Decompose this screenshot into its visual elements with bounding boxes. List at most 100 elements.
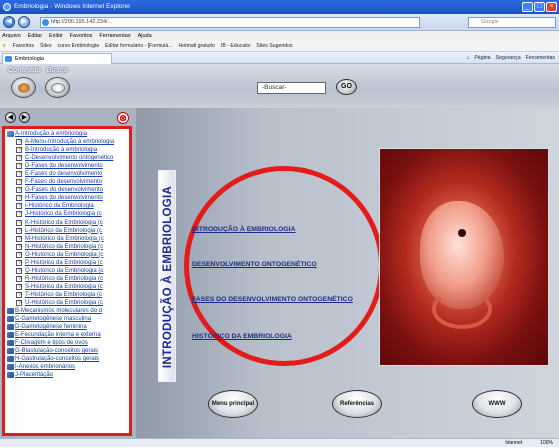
tree-page-item[interactable]: M-Histórico da Embriologia (c <box>5 235 129 243</box>
tree-folder-item[interactable]: C-Gametogênese masculina <box>5 315 129 323</box>
help-page-icon <box>16 259 22 267</box>
tree-page-item[interactable]: H-Fases do desenvolvimento <box>5 194 129 202</box>
busca-button[interactable]: Busca <box>42 67 72 101</box>
close-window-icon[interactable]: × <box>546 2 557 12</box>
app-header: Conteúdo Busca -Buscar- GO <box>0 64 559 108</box>
favorites-label[interactable]: Favoritos <box>13 41 34 51</box>
site-search-input[interactable]: -Buscar- <box>257 82 326 94</box>
vertical-title: INTRODUÇÃO À EMBRIOLOGIA <box>162 185 174 369</box>
tree-folder-item[interactable]: D-Gametogênese feminina <box>5 323 129 331</box>
tree-folder-item[interactable]: J-Placentação <box>5 371 129 379</box>
browser-window: Embriologia - Windows Internet Explorer … <box>0 0 559 447</box>
tree-page-item[interactable]: J-Histórico da Embriologia (c <box>5 210 129 218</box>
tree-page-item[interactable]: S-Histórico da Embriologia (c <box>5 283 129 291</box>
tree-page-item[interactable]: A-Menu-Introdução à embriologia <box>5 138 129 146</box>
help-page-icon <box>16 227 22 235</box>
tree-folder-item[interactable]: A-Introdução à embriologia <box>5 130 129 138</box>
favorites-star-icon[interactable]: ★ <box>2 41 7 51</box>
tree-folder-item[interactable]: F-Clivagem e tipos de ovos <box>5 339 129 347</box>
site-search-value: -Buscar- <box>262 84 287 91</box>
tree-folder-item[interactable]: E-Fecundação interna e externa <box>5 331 129 339</box>
window-controls: _ □ × <box>522 2 557 12</box>
conteudo-button[interactable]: Conteúdo <box>8 67 41 101</box>
tree-page-item[interactable]: U-Histórico da Embriologia (c <box>5 299 129 307</box>
menu-editar[interactable]: Editar <box>28 31 42 41</box>
tree-page-item[interactable]: B-Introdução à embriologia <box>5 146 129 154</box>
main-panel: INTRODUÇÃO À EMBRIOLOGIA INTRODUÇÃO À EM… <box>136 108 559 438</box>
help-page-icon <box>16 267 22 275</box>
tree-item-label: B-Mecanismos moleculares do d <box>15 308 103 315</box>
tree-folder-item[interactable]: I-Anexos embrionários <box>5 363 129 371</box>
cmd-seguranca[interactable]: Segurança <box>496 53 521 63</box>
menu-principal-button[interactable]: Menu principal <box>208 390 258 418</box>
vertical-title-bar: INTRODUÇÃO À EMBRIOLOGIA <box>158 170 176 382</box>
minimize-icon[interactable]: _ <box>522 2 533 12</box>
tab-embriologia[interactable]: Embriologia <box>2 53 112 64</box>
browser-search-input[interactable]: Google <box>468 17 556 28</box>
cmd-pagina[interactable]: Página <box>474 53 490 63</box>
tree-item-label: G-Fases do desenvolvimento <box>25 187 104 194</box>
tree-item-label: N-Histórico da Embriologia (c <box>25 243 104 250</box>
book-icon <box>7 308 14 315</box>
tree-folder-item[interactable]: B-Mecanismos moleculares do d <box>5 307 129 315</box>
tree-page-item[interactable]: N-Histórico da Embriologia (c <box>5 243 129 251</box>
book-icon <box>7 324 14 331</box>
fav-item-1[interactable]: Sites <box>40 41 52 51</box>
help-page-icon <box>16 138 22 146</box>
fav-item-6[interactable]: Sites Sugeridos <box>256 41 292 51</box>
tree-item-label: J-Histórico da Embriologia (c <box>25 211 102 218</box>
menu-exibir[interactable]: Exibir <box>49 31 63 41</box>
tree-page-item[interactable]: T-Histórico da Embriologia (c <box>5 291 129 299</box>
tree-page-item[interactable]: R-Histórico da Embriologia (c <box>5 275 129 283</box>
menu-arquivo[interactable]: Arquivo <box>2 31 21 41</box>
link-historico[interactable]: HISTÓRICO DA EMBRIOLOGIA <box>192 333 292 340</box>
tree-page-item[interactable]: K-Histórico da Embriologia (c <box>5 219 129 227</box>
www-button[interactable]: WWW <box>472 390 522 418</box>
tree-page-item[interactable]: L-Histórico da Embriologia (c <box>5 227 129 235</box>
tree-page-item[interactable]: Q-Histórico da Embriologia (c <box>5 267 129 275</box>
status-bar: Internet 100% <box>0 438 559 447</box>
book-icon <box>7 372 14 379</box>
tree-item-label: M-Histórico da Embriologia (c <box>25 235 104 242</box>
sidebar-forward-icon[interactable]: ▶ <box>19 112 30 123</box>
home-icon[interactable]: ⌂ <box>466 53 469 63</box>
tree-page-item[interactable]: I-Histórico da Embriologia <box>5 202 129 210</box>
url-input[interactable]: http://200.195.142.234/... <box>40 17 420 28</box>
fav-item-2[interactable]: curso Embriologia <box>58 41 100 51</box>
link-fases[interactable]: FASES DO DESENVOLVIMENTO ONTOGENÉTICO <box>192 296 353 303</box>
tree-page-item[interactable]: F-Fases do desenvolvimento <box>5 178 129 186</box>
go-button[interactable]: GO <box>336 79 357 95</box>
menu-ajuda[interactable]: Ajuda <box>138 31 152 41</box>
help-page-icon <box>16 219 22 227</box>
forward-arrow-icon[interactable]: ▶ <box>18 16 30 28</box>
link-desenvolvimento[interactable]: DESENVOLVIMENTO ONTOGENÉTICO <box>192 261 317 268</box>
tree-item-label: A-Introdução à embriologia <box>15 131 88 137</box>
tree-page-item[interactable]: E-Fases do desenvolvimento <box>5 170 129 178</box>
fav-item-5[interactable]: IB - Educativ <box>221 41 250 51</box>
maximize-icon[interactable]: □ <box>534 2 545 12</box>
fav-item-3[interactable]: Editar formulário - [Formulá... <box>105 41 172 51</box>
cmd-ferramentas[interactable]: Ferramentas <box>526 53 555 63</box>
tree-folder-item[interactable]: H-Gastrulação-conceitos gerais <box>5 355 129 363</box>
help-page-icon <box>16 146 22 154</box>
book-icon <box>7 340 14 347</box>
tree-page-item[interactable]: O-Histórico da Embriologia (c <box>5 251 129 259</box>
tree-page-item[interactable]: C-Desenvolvimento ontogenético <box>5 154 129 162</box>
tree-page-item[interactable]: D-Fases do desenvolvimento <box>5 162 129 170</box>
referencias-button[interactable]: Referências <box>332 390 382 418</box>
back-arrow-icon[interactable]: ◀ <box>3 16 15 28</box>
menu-favoritos[interactable]: Favoritos <box>70 31 93 41</box>
fav-item-4[interactable]: Hotmail gratuito <box>179 41 215 51</box>
menu-ferramentas[interactable]: Ferramentas <box>99 31 130 41</box>
content-tree: A-Introdução à embriologia A-Menu-Introdu… <box>2 126 132 436</box>
link-introducao[interactable]: INTRODUÇÃO À EMBRIOLOGIA <box>192 226 295 233</box>
tree-folder-item[interactable]: G-Blastulação-conceitos gerais <box>5 347 129 355</box>
sidebar-back-icon[interactable]: ◀ <box>5 112 16 123</box>
help-page-icon <box>16 283 22 291</box>
tree-page-item[interactable]: G-Fases do desenvolvimento <box>5 186 129 194</box>
help-page-icon <box>16 243 22 251</box>
tree-page-item[interactable]: P-Histórico da Embriologia (c <box>5 259 129 267</box>
ie-icon <box>3 3 11 11</box>
tree-item-label: J-Placentação <box>15 372 54 379</box>
sidebar-close-icon[interactable]: ⊗ <box>117 112 129 124</box>
